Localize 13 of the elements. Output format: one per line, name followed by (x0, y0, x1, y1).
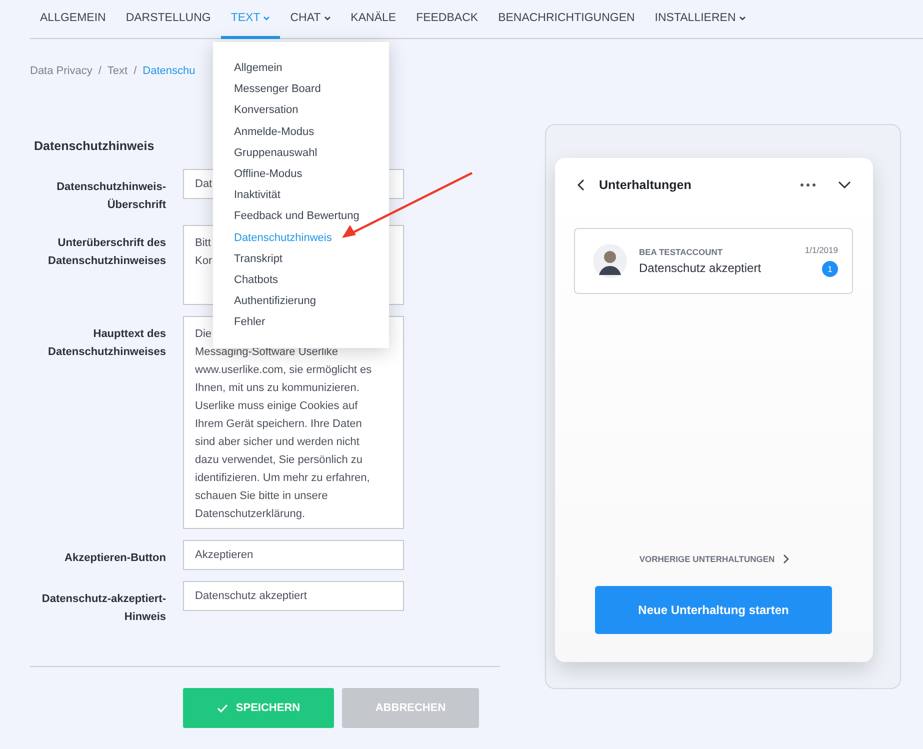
field-label: Datenschutzhinweis- Überschrift (56, 180, 166, 212)
unread-count: 1 (822, 261, 838, 277)
field-label: Akzeptieren-Button (64, 551, 166, 566)
section-title: Datenschutzhinweis (34, 139, 154, 154)
message-date: 1/1/2019 (804, 245, 838, 255)
breadcrumb-separator: / (98, 65, 102, 78)
messenger-title: Unterhaltungen (599, 178, 692, 192)
field-label: Haupttext des Datenschutzhinweises (47, 327, 166, 360)
breadcrumb-separator: / (134, 65, 137, 78)
field-label: Unterüberschrift des Datenschutzhinweises (47, 236, 166, 268)
field-label: Datenschutz-akzeptiert- Hinweis (40, 592, 166, 624)
contact-name: BEA TESTACCOUNT (639, 247, 724, 257)
message-preview: Datenschutz akzeptiert (639, 261, 762, 275)
